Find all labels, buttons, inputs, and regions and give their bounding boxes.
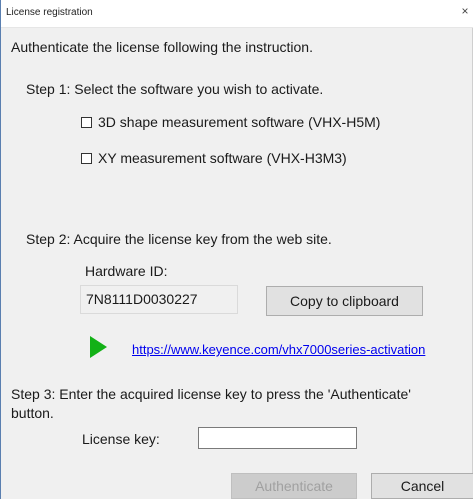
checkbox-3d-shape-label: 3D shape measurement software (VHX-H5M): [98, 114, 381, 130]
checkbox-xy-label: XY measurement software (VHX-H3M3): [98, 150, 347, 166]
play-icon: [90, 336, 107, 358]
license-key-input[interactable]: [198, 427, 357, 449]
step3-label-line2: button.: [11, 405, 54, 421]
title-bar: License registration ×: [1, 0, 473, 28]
step3-label-line1: Step 3: Enter the acquired license key t…: [11, 386, 411, 402]
license-key-label: License key:: [82, 431, 160, 447]
authenticate-button[interactable]: Authenticate: [231, 473, 357, 499]
license-registration-dialog: License registration × Authenticate the …: [0, 0, 473, 499]
copy-to-clipboard-button[interactable]: Copy to clipboard: [266, 286, 423, 316]
checkbox-row-3d-shape[interactable]: 3D shape measurement software (VHX-H5M): [81, 114, 380, 130]
activation-link[interactable]: https://www.keyence.com/vhx7000series-ac…: [132, 342, 425, 357]
checkbox-3d-shape[interactable]: [81, 116, 92, 128]
window-title: License registration: [6, 7, 93, 18]
hardware-id-field[interactable]: 7N8111D0030227: [80, 285, 238, 314]
hardware-id-label: Hardware ID:: [85, 263, 168, 279]
cancel-button[interactable]: Cancel: [371, 473, 473, 499]
step2-label: Step 2: Acquire the license key from the…: [26, 231, 332, 247]
step1-label: Step 1: Select the software you wish to …: [26, 81, 324, 97]
close-icon[interactable]: ×: [456, 0, 473, 28]
checkbox-row-xy[interactable]: XY measurement software (VHX-H3M3): [81, 150, 347, 166]
intro-text: Authenticate the license following the i…: [11, 39, 313, 55]
checkbox-xy[interactable]: [81, 152, 92, 164]
